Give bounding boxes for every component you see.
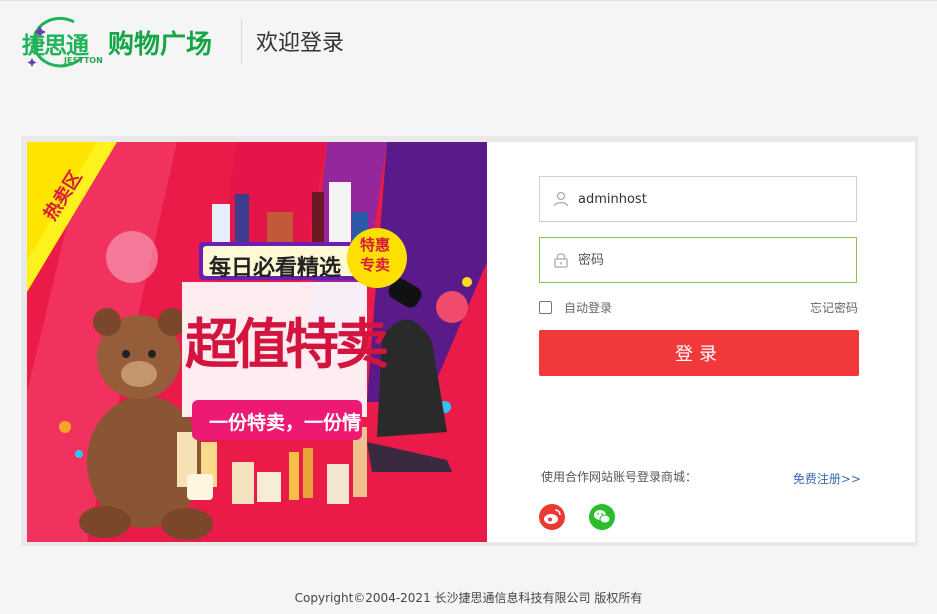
register-link[interactable]: 免费注册>>: [793, 470, 861, 487]
page-title: 欢迎登录: [256, 31, 345, 56]
logo-text-en: JESTTON: [64, 56, 103, 65]
logo-subtitle: 购物广场: [108, 30, 213, 60]
login-panel: 自动登录 忘记密码 登录 使用合作网站账号登录商城： 免费注册>>: [487, 142, 915, 542]
partner-login-text: 使用合作网站账号登录商城：: [541, 470, 698, 484]
user-icon: [553, 191, 569, 207]
top-divider: [0, 0, 937, 1]
site-logo[interactable]: 捷思通 JESTTON 购物广场: [18, 10, 228, 74]
auto-login-option[interactable]: 自动登录: [539, 299, 612, 315]
header-divider: [241, 18, 242, 64]
lock-icon: [554, 253, 568, 268]
weibo-icon: [544, 509, 561, 524]
logo-text-cn: 捷思通: [22, 33, 89, 59]
username-field[interactable]: [539, 176, 857, 222]
wechat-icon: [594, 510, 611, 524]
weibo-login-button[interactable]: [539, 504, 565, 530]
login-container: 特惠 专卖 热卖区 每日必看精选 超值特卖 一份特卖，一份情 自动登录: [21, 136, 918, 546]
promo-banner[interactable]: 特惠 专卖 热卖区 每日必看精选 超值特卖 一份特卖，一份情: [27, 142, 487, 542]
banner-slogan: 一份特卖，一份情: [209, 412, 362, 434]
password-field[interactable]: [539, 237, 857, 283]
login-button[interactable]: 登录: [539, 330, 859, 376]
auto-login-checkbox[interactable]: [539, 300, 552, 314]
footer-copyright: Copyright©2004-2021 长沙捷思通信息科技有限公司 版权所有: [294, 591, 643, 605]
password-input[interactable]: [578, 238, 838, 282]
forgot-password-link[interactable]: 忘记密码: [810, 299, 858, 316]
svg-text:专卖: 专卖: [360, 256, 390, 274]
wechat-login-button[interactable]: [589, 504, 615, 530]
username-input[interactable]: [578, 177, 838, 221]
banner-main-text: 超值特卖: [185, 313, 389, 376]
banner-headline: 每日必看精选: [209, 256, 342, 281]
svg-text:特惠: 特惠: [360, 236, 390, 254]
auto-login-label: 自动登录: [564, 300, 613, 315]
